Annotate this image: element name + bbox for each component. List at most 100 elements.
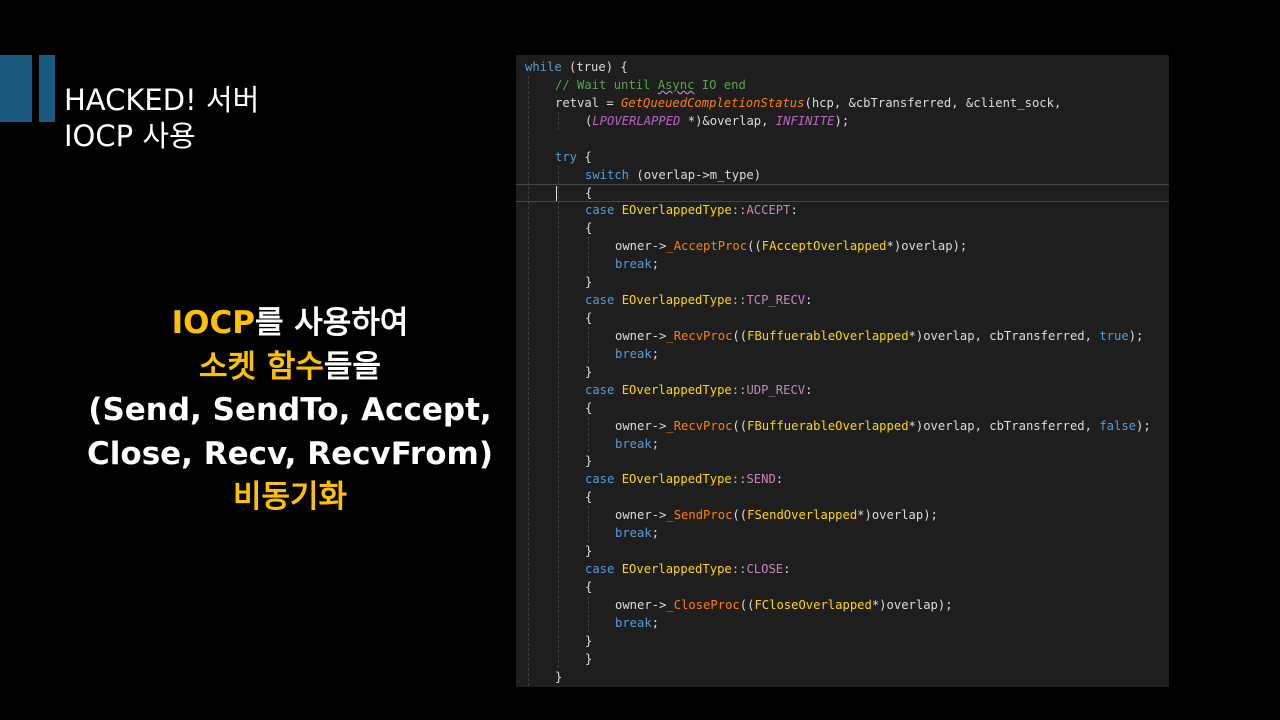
- code-token: EOverlappedType: [621, 472, 732, 487]
- code-token: owner->: [615, 418, 667, 433]
- code-token: UDP_RECV: [746, 382, 806, 397]
- code-token: :: [775, 472, 784, 487]
- code-line: retval = GetQueuedCompletionStatus(hcp, …: [555, 94, 1061, 112]
- code-token: while: [525, 60, 562, 74]
- indent-guide: [588, 237, 589, 274]
- code-token: EOverlappedType: [621, 382, 732, 397]
- code-line: break;: [615, 614, 659, 632]
- code-token: try: [555, 149, 578, 164]
- code-token: ;: [651, 615, 660, 630]
- code-line: {: [585, 488, 592, 506]
- code-line: {: [585, 399, 592, 417]
- code-token: {: [585, 579, 593, 594]
- code-token: :: [805, 382, 813, 397]
- code-token: false: [1099, 418, 1137, 433]
- code-token: break: [615, 257, 652, 272]
- highlighted-text: 소켓 함수: [199, 348, 324, 385]
- body-text-segment: 를 사용하여: [254, 305, 409, 341]
- code-line: }: [585, 363, 592, 381]
- code-token: (true) {: [561, 60, 628, 74]
- code-line: owner->_SendProc((FSendOverlapped*)overl…: [615, 506, 938, 524]
- code-token: {: [585, 185, 593, 200]
- body-text-line: IOCP를 사용하여: [40, 302, 540, 346]
- code-token: LPOVERLAPPED: [592, 113, 681, 128]
- code-token: case: [585, 203, 622, 218]
- indent-guide: [588, 416, 589, 453]
- code-line: {: [585, 184, 592, 202]
- code-token: owner->: [615, 508, 667, 523]
- code-token: }: [585, 275, 593, 290]
- code-token: *)overlap, cbTransferred,: [908, 418, 1100, 433]
- code-token: case: [585, 382, 622, 397]
- code-token: _CloseProc: [666, 597, 740, 612]
- indent-guide: [558, 165, 559, 668]
- code-token: owner->: [615, 239, 667, 254]
- highlighted-text: IOCP: [171, 305, 255, 341]
- code-token: INFINITE: [775, 113, 835, 128]
- code-token: ((: [732, 508, 748, 523]
- code-token: switch: [585, 167, 630, 182]
- slide-body-text: IOCP를 사용하여 소켓 함수들을 (Send, SendTo, Accept, C…: [40, 302, 540, 520]
- code-token: *)overlap, cbTransferred,: [908, 328, 1100, 343]
- code-token: ::: [731, 382, 747, 397]
- code-token: FBuffuerableOverlapped: [747, 418, 909, 433]
- code-token: }: [585, 633, 593, 648]
- code-line: case EOverlappedType::ACCEPT:: [585, 201, 798, 219]
- code-token: _AcceptProc: [666, 239, 748, 254]
- indent-guide: [588, 506, 589, 543]
- code-token: retval =: [555, 95, 622, 110]
- code-token: ((: [747, 239, 762, 254]
- code-token: (overlap->m_type): [629, 167, 762, 182]
- code-token: GetQueuedCompletionStatus: [621, 95, 805, 110]
- code-token: _SendProc: [666, 508, 733, 523]
- indent-guide: [558, 111, 559, 130]
- code-token: *)&overlap,: [680, 113, 776, 128]
- code-token: {: [585, 311, 593, 326]
- indent-guide: [528, 75, 529, 686]
- code-line: while (true) {: [525, 58, 628, 76]
- code-token: EOverlappedType: [621, 293, 732, 308]
- code-token: {: [585, 490, 593, 505]
- code-token: }: [585, 544, 593, 559]
- code-editor-panel[interactable]: while (true) {// Wait until Async IO end…: [516, 55, 1169, 687]
- code-token: FCloseOverlapped: [754, 597, 872, 612]
- code-line: case EOverlappedType::CLOSE:: [585, 560, 790, 578]
- code-token: EOverlappedType: [621, 562, 732, 577]
- code-token: case: [585, 293, 622, 308]
- code-token: }: [585, 364, 593, 379]
- current-line-highlight: [516, 184, 1169, 202]
- code-token: _RecvProc: [666, 328, 733, 343]
- code-line: case EOverlappedType::SEND:: [585, 470, 783, 488]
- code-token: // Wait until: [555, 77, 658, 92]
- code-token: break: [615, 436, 652, 451]
- code-token: }: [555, 669, 563, 684]
- code-token: ;: [651, 346, 660, 361]
- code-line: break;: [615, 524, 659, 542]
- code-token: owner->: [615, 328, 667, 343]
- code-token: TCP_RECV: [746, 293, 806, 308]
- slide-title-line: HACKED! 서버: [64, 83, 260, 117]
- code-line: (LPOVERLAPPED *)&overlap, INFINITE);: [585, 112, 849, 130]
- code-token: break: [615, 346, 652, 361]
- code-token: case: [585, 472, 622, 487]
- body-text-segment: Close, Recv, RecvFrom): [87, 435, 493, 472]
- code-line: {: [585, 219, 592, 237]
- code-token: );: [1136, 418, 1151, 433]
- code-line: break;: [615, 435, 659, 453]
- code-token: _RecvProc: [666, 418, 733, 433]
- code-token: :: [790, 203, 798, 218]
- code-token: ((: [732, 418, 748, 433]
- code-line: }: [585, 542, 592, 560]
- code-line: }: [585, 273, 592, 291]
- slide-title: HACKED! 서버 IOCP 사용: [64, 82, 259, 154]
- body-text-line: Close, Recv, RecvFrom): [40, 433, 540, 477]
- body-text-line: 비동기화: [40, 476, 540, 520]
- code-line: }: [585, 650, 592, 668]
- code-line: }: [555, 668, 562, 686]
- code-token: Async: [657, 77, 695, 92]
- code-token: ;: [651, 436, 660, 451]
- code-token: ACCEPT: [746, 203, 791, 218]
- code-token: IO end: [694, 77, 746, 92]
- code-token: *)overlap);: [857, 508, 938, 523]
- code-token: {: [585, 221, 593, 236]
